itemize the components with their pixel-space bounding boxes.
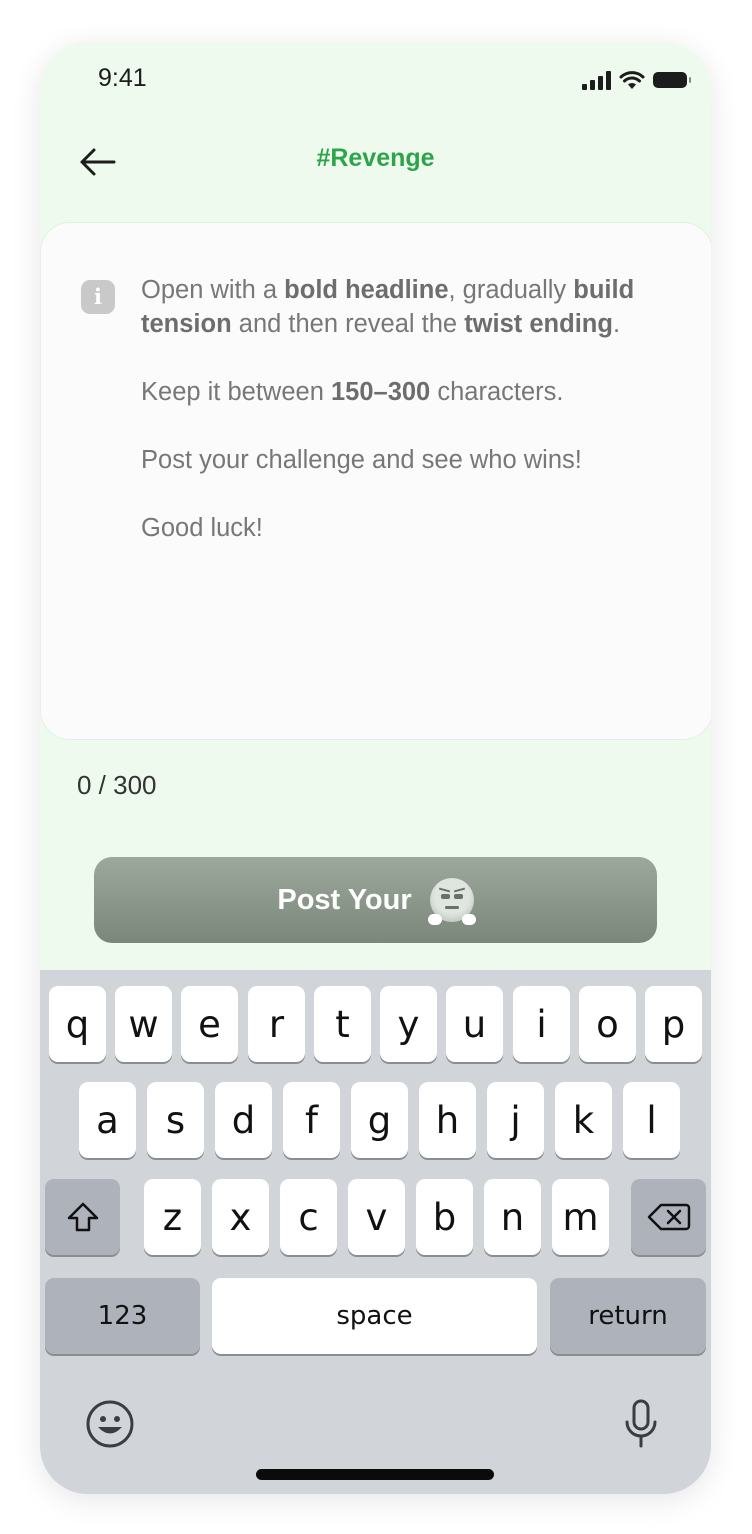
key-g[interactable]: g — [351, 1082, 408, 1158]
hint-paragraph-3: Post your challenge and see who wins! — [141, 446, 582, 474]
key-m[interactable]: m — [552, 1179, 609, 1255]
hint-text: characters. — [430, 378, 564, 406]
hint-text: . — [612, 310, 621, 338]
key-q[interactable]: q — [49, 986, 106, 1062]
key-k[interactable]: k — [555, 1082, 612, 1158]
microphone-icon — [625, 1399, 657, 1448]
key-u[interactable]: u — [446, 986, 503, 1062]
hint-paragraph-1: Open with a bold headline, gradually bui… — [141, 273, 686, 341]
key-z[interactable]: z — [144, 1179, 201, 1255]
key-f[interactable]: f — [283, 1082, 340, 1158]
emoji-keyboard-button[interactable] — [84, 1398, 136, 1450]
hint-bold: bold headline — [284, 276, 449, 304]
key-t[interactable]: t — [314, 986, 371, 1062]
character-counter: 0 / 300 — [77, 770, 157, 800]
dictation-button[interactable] — [618, 1398, 664, 1450]
post-button-label: Post Your — [277, 883, 412, 916]
hint-text: Keep it between — [141, 378, 331, 406]
key-p[interactable]: p — [645, 986, 702, 1062]
key-l[interactable]: l — [623, 1082, 680, 1158]
post-text-area[interactable]: i Open with a bold headline, gradually b… — [40, 222, 711, 740]
key-h[interactable]: h — [419, 1082, 476, 1158]
key-w[interactable]: w — [115, 986, 172, 1062]
key-d[interactable]: d — [215, 1082, 272, 1158]
placeholder-hint: Open with a bold headline, gradually bui… — [141, 273, 686, 579]
key-n[interactable]: n — [484, 1179, 541, 1255]
backspace-icon — [647, 1203, 690, 1231]
hint-text: Open with a — [141, 276, 285, 304]
return-key[interactable]: return — [550, 1278, 706, 1354]
key-y[interactable]: y — [380, 986, 437, 1062]
space-key[interactable]: space — [212, 1278, 537, 1354]
hint-paragraph-4: Good luck! — [141, 514, 263, 542]
shift-key[interactable] — [45, 1179, 120, 1255]
signal-icon — [582, 70, 611, 90]
smiley-icon — [86, 1400, 134, 1448]
key-i[interactable]: i — [513, 986, 570, 1062]
key-e[interactable]: e — [181, 986, 238, 1062]
key-r[interactable]: r — [248, 986, 305, 1062]
info-icon: i — [81, 280, 115, 314]
hint-text: and then reveal the — [231, 310, 465, 338]
shift-icon — [67, 1202, 98, 1232]
hint-paragraph-2: Keep it between 150–300 characters. — [141, 375, 686, 409]
key-j[interactable]: j — [487, 1082, 544, 1158]
key-v[interactable]: v — [348, 1179, 405, 1255]
numbers-key[interactable]: 123 — [45, 1278, 200, 1354]
key-s[interactable]: s — [147, 1082, 204, 1158]
keyboard: q w e r t y u i o p a s d f g h j k l z … — [40, 970, 711, 1494]
hint-bold: twist ending — [464, 310, 613, 338]
key-o[interactable]: o — [579, 986, 636, 1062]
wifi-icon — [619, 71, 645, 89]
battery-icon — [653, 72, 691, 88]
key-b[interactable]: b — [416, 1179, 473, 1255]
post-button[interactable]: Post Your — [94, 857, 657, 943]
status-icons — [582, 70, 691, 90]
key-a[interactable]: a — [79, 1082, 136, 1158]
hint-bold: 150–300 — [330, 378, 431, 406]
status-time: 9:41 — [98, 64, 147, 92]
hint-text: , gradually — [448, 276, 574, 304]
phone-screen: 9:41 #Revenge i Open with a bold headlin… — [40, 42, 711, 1494]
delete-key[interactable] — [631, 1179, 706, 1255]
scheming-face-emoji-icon — [427, 878, 476, 925]
home-indicator[interactable] — [256, 1469, 494, 1480]
key-c[interactable]: c — [280, 1179, 337, 1255]
page-title: #Revenge — [316, 144, 435, 172]
key-x[interactable]: x — [212, 1179, 269, 1255]
